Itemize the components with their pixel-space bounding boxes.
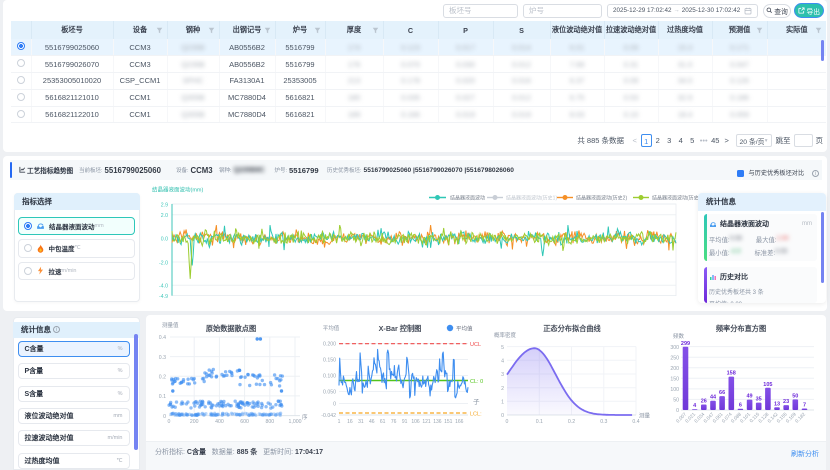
svg-text:0.4: 0.4 bbox=[159, 335, 166, 341]
svg-text:0: 0 bbox=[676, 408, 679, 414]
svg-text:200: 200 bbox=[190, 419, 199, 425]
svg-text:61: 61 bbox=[380, 419, 386, 425]
svg-text:121: 121 bbox=[422, 419, 431, 425]
svg-text:106: 106 bbox=[411, 419, 420, 425]
svg-text:原始数据散点图: 原始数据散点图 bbox=[206, 324, 256, 333]
svg-text:0: 0 bbox=[506, 419, 509, 425]
svg-text:91: 91 bbox=[402, 419, 408, 425]
svg-text:13: 13 bbox=[774, 401, 780, 407]
svg-text:31: 31 bbox=[358, 419, 364, 425]
svg-text:50: 50 bbox=[792, 393, 798, 399]
svg-text:105: 105 bbox=[763, 382, 772, 388]
svg-text:正态分布拟合曲线: 正态分布拟合曲线 bbox=[543, 324, 601, 333]
svg-text:0: 0 bbox=[501, 413, 504, 419]
svg-text:X-Bar 控制图: X-Bar 控制图 bbox=[379, 324, 422, 333]
svg-text:测量: 测量 bbox=[639, 412, 651, 420]
svg-text:7: 7 bbox=[803, 403, 806, 409]
svg-text:-0.042: -0.042 bbox=[321, 413, 336, 419]
svg-text:0.4: 0.4 bbox=[632, 419, 639, 425]
svg-text:平均值: 平均值 bbox=[456, 325, 473, 333]
svg-text:46: 46 bbox=[369, 419, 375, 425]
svg-text:26: 26 bbox=[701, 399, 707, 405]
svg-text:0.200: 0.200 bbox=[323, 342, 336, 348]
svg-text:158: 158 bbox=[727, 371, 736, 377]
svg-text:66: 66 bbox=[719, 390, 725, 396]
svg-text:频数: 频数 bbox=[673, 332, 685, 340]
svg-text:0.150: 0.150 bbox=[323, 358, 336, 364]
svg-text:76: 76 bbox=[391, 419, 397, 425]
svg-text:0.100: 0.100 bbox=[323, 374, 336, 380]
svg-text:250: 250 bbox=[670, 355, 679, 361]
svg-text:151: 151 bbox=[444, 419, 453, 425]
svg-text:299: 299 bbox=[681, 341, 690, 347]
svg-text:0.3: 0.3 bbox=[600, 419, 607, 425]
svg-text:0.1: 0.1 bbox=[159, 394, 166, 400]
svg-text:0.2: 0.2 bbox=[159, 374, 166, 380]
svg-text:6: 6 bbox=[739, 403, 742, 409]
svg-text:1: 1 bbox=[338, 419, 341, 425]
svg-text:0: 0 bbox=[168, 419, 171, 425]
svg-text:5: 5 bbox=[501, 345, 504, 351]
svg-text:16: 16 bbox=[347, 419, 353, 425]
svg-text:3: 3 bbox=[501, 372, 504, 378]
svg-text:136: 136 bbox=[433, 419, 442, 425]
svg-text:400: 400 bbox=[215, 419, 224, 425]
svg-text:CL: 0: CL: 0 bbox=[470, 379, 483, 385]
svg-text:0.182: 0.182 bbox=[794, 411, 807, 424]
svg-text:0: 0 bbox=[333, 402, 336, 408]
svg-text:0: 0 bbox=[163, 414, 166, 420]
svg-text:频率分布直方图: 频率分布直方图 bbox=[716, 324, 766, 333]
svg-text:50: 50 bbox=[673, 398, 679, 404]
svg-text:平均值: 平均值 bbox=[323, 324, 340, 332]
svg-text:概率密度: 概率密度 bbox=[494, 331, 517, 339]
svg-text:1,000: 1,000 bbox=[289, 419, 302, 425]
svg-text:LCL:: LCL: bbox=[470, 412, 482, 418]
svg-text:0.2: 0.2 bbox=[568, 419, 575, 425]
svg-text:200: 200 bbox=[670, 366, 679, 372]
svg-text:序: 序 bbox=[302, 413, 308, 421]
svg-text:UCL: UCL bbox=[470, 342, 481, 348]
svg-text:166: 166 bbox=[455, 419, 464, 425]
svg-text:300: 300 bbox=[670, 345, 679, 351]
svg-text:600: 600 bbox=[240, 419, 249, 425]
svg-text:0.3: 0.3 bbox=[159, 355, 166, 361]
svg-text:150: 150 bbox=[670, 377, 679, 383]
svg-text:44: 44 bbox=[710, 395, 717, 401]
svg-text:2: 2 bbox=[501, 386, 504, 392]
svg-text:1: 1 bbox=[501, 400, 504, 406]
svg-text:49: 49 bbox=[746, 394, 752, 400]
svg-text:35: 35 bbox=[756, 397, 762, 403]
svg-text:100: 100 bbox=[670, 387, 679, 393]
svg-text:子: 子 bbox=[473, 398, 480, 406]
svg-text:0.050: 0.050 bbox=[323, 390, 336, 396]
svg-text:0.1: 0.1 bbox=[536, 419, 543, 425]
svg-text:23: 23 bbox=[783, 399, 789, 405]
svg-text:4: 4 bbox=[693, 403, 697, 409]
svg-text:测量值: 测量值 bbox=[162, 321, 179, 329]
svg-text:800: 800 bbox=[265, 419, 274, 425]
svg-text:4: 4 bbox=[501, 359, 504, 365]
